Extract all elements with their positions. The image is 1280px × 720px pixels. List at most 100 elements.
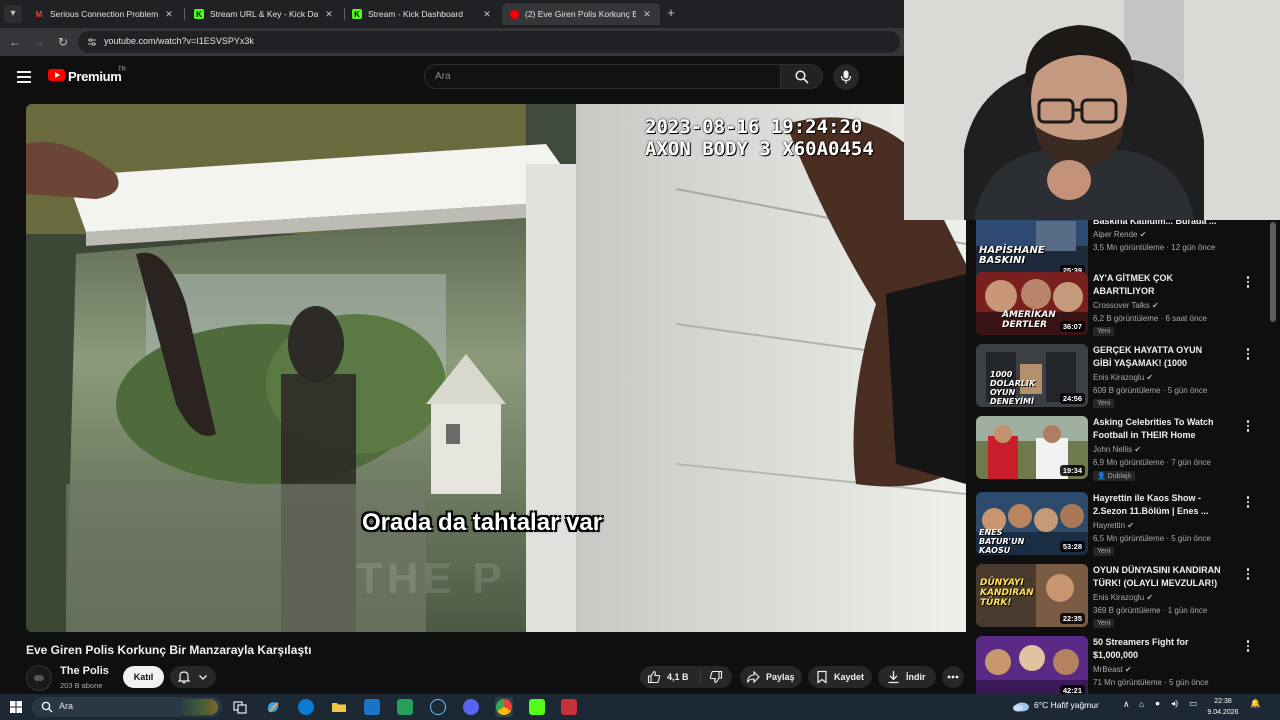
tab-close-icon[interactable]: ✕ [642,9,652,20]
outlook-icon[interactable] [364,699,380,715]
recommendation-title[interactable]: 50 Streamers Fight for $1,000,000 [1093,636,1223,662]
tab-gmail[interactable]: M Serious Connection Problems - ✕ [26,3,182,25]
more-vertical-icon[interactable] [1244,496,1252,510]
edge-icon[interactable] [298,699,314,715]
store-icon[interactable] [397,699,413,715]
tab-youtube-video[interactable]: (2) Eve Giren Polis Korkunç Bir M ✕ [502,3,660,25]
download-button[interactable]: İndir [878,666,936,688]
recommendation-item[interactable]: 1000 DOLARLIK OYUN DENEYİMİ 24:56 GERÇEK… [976,344,1276,412]
channel-name: Crossover Talks [1093,301,1150,310]
channel-name: Alper Rende [1093,230,1138,239]
system-clock[interactable]: 22:38 9.04.2026 [1205,696,1241,718]
youtube-logo-icon[interactable] [48,69,65,81]
chevron-up-icon[interactable]: ∧ [1123,699,1130,710]
recommendation-channel[interactable]: Enis Kirazoglu ✔ [1093,373,1153,382]
tab-close-icon[interactable]: ✕ [164,9,174,20]
more-vertical-icon[interactable] [1244,420,1252,434]
new-tab-icon[interactable]: + [664,5,678,21]
volume-icon[interactable]: ◂) [1171,698,1178,709]
video-thumbnail[interactable]: AMERİKAN DERTLER 36:07 [976,272,1088,335]
channel-avatar[interactable] [26,665,52,691]
menu-icon[interactable] [17,71,31,83]
recommendation-channel[interactable]: Hayrettin ✔ [1093,521,1134,530]
video-thumbnail[interactable]: HAPİSHANE BASKINI 25:39 [976,220,1088,279]
thumbs-down-icon [709,670,723,684]
sidebar-scrollbar[interactable] [1270,222,1276,322]
recommendation-item[interactable]: DÜNYAYI KANDIRAN TÜRK! 22:35 OYUN DÜNYAS… [976,564,1276,632]
video-thumbnail[interactable]: 1000 DOLARLIK OYUN DENEYİMİ 24:56 [976,344,1088,407]
site-settings-icon[interactable] [87,37,97,47]
recommendation-title[interactable]: Baskına Katıldım... Burada ... [1093,220,1223,228]
recommendation-channel[interactable]: John Nellis ✔ [1093,445,1141,454]
tab-kick-dashboard[interactable]: K Stream - Kick Dashboard ✕ [344,3,500,25]
share-button[interactable]: Paylaş [740,666,802,688]
recommendation-item[interactable]: ENES BATUR'UN KAOSU 53:28 Hayrettin ile … [976,492,1276,560]
forward-icon[interactable]: → [31,34,47,50]
more-vertical-icon[interactable] [1244,568,1252,582]
recommendation-channel[interactable]: Enis Kirazoglu ✔ [1093,593,1153,602]
search-button[interactable] [781,64,823,89]
tab-kick-stream-key[interactable]: K Stream URL & Key - Kick Dashb ✕ [186,3,342,25]
kick-app-icon[interactable] [529,699,545,715]
verified-icon: ✔ [1125,665,1132,674]
reload-icon[interactable]: ↻ [55,34,71,50]
discord-icon[interactable] [463,699,479,715]
steam-icon[interactable] [430,699,446,715]
video-thumbnail[interactable]: ENES BATUR'UN KAOSU 53:28 [976,492,1088,555]
recommendation-channel[interactable]: Alper Rende ✔ [1093,230,1146,239]
tab-search-dropdown-icon[interactable]: ▾ [4,5,22,23]
address-bar[interactable]: youtube.com/watch?v=I1ESVSPYx3k [78,31,900,53]
recommendation-item[interactable]: 19:34 Asking Celebrities To Watch Footba… [976,416,1276,484]
country-code: TR [118,67,126,73]
share-icon [746,670,760,684]
copilot-icon[interactable] [265,699,281,715]
search-icon [795,70,809,84]
verified-icon: ✔ [1127,521,1134,530]
more-vertical-icon[interactable] [1244,276,1252,290]
recommendation-title[interactable]: GERÇEK HAYATTA OYUN GİBİ YAŞAMAK! (1000 … [1093,344,1223,370]
recommendation-title[interactable]: AY'A GİTMEK ÇOK ABARTILIYOR [1093,272,1223,298]
recommendation-channel[interactable]: MrBeast ✔ [1093,665,1132,674]
recommendation-item[interactable]: 42:21 50 Streamers Fight for $1,000,000 … [976,636,1276,694]
voice-search-button[interactable] [833,64,859,90]
file-explorer-icon[interactable] [331,699,347,715]
more-vertical-icon[interactable] [1244,640,1252,654]
kick-icon: K [194,9,204,19]
windows-start-icon[interactable] [8,699,24,715]
dislike-button[interactable] [701,666,731,688]
recording-app-icon[interactable] [561,699,577,715]
search-input[interactable]: Ara [424,64,781,89]
network-icon[interactable]: ⌂ [1139,699,1144,709]
task-view-icon[interactable] [232,699,248,715]
recommendation-item[interactable]: AMERİKAN DERTLER 36:07 AY'A GİTMEK ÇOK A… [976,272,1276,340]
video-thumbnail[interactable]: DÜNYAYI KANDIRAN TÜRK! 22:35 [976,564,1088,627]
recommendation-title[interactable]: OYUN DÜNYASINI KANDIRAN TÜRK! (OLAYLI ME… [1093,564,1223,590]
recommendation-title[interactable]: Hayrettin ile Kaos Show - 2.Sezon 11.Böl… [1093,492,1223,518]
youtube-premium-logo[interactable]: Premium [68,69,122,84]
chrome-icon[interactable] [496,699,512,715]
subscription-notifications-button[interactable] [170,666,216,688]
recommendation-title[interactable]: Asking Celebrities To Watch Football in … [1093,416,1223,442]
join-button[interactable]: Katıl [123,666,164,688]
microphone-tray-icon[interactable]: ● [1155,698,1160,708]
recommendation-channel[interactable]: Crossover Talks ✔ [1093,301,1159,310]
more-actions-button[interactable] [942,666,964,688]
back-icon[interactable]: ← [7,34,23,50]
like-button[interactable]: 4,1 B [640,666,700,688]
video-player[interactable]: 2023-08-16 19:24:20 AXON BODY 3 X60A0454… [26,104,966,632]
battery-icon[interactable]: ▭ [1189,698,1197,709]
video-frame [26,104,966,632]
recommendation-meta: 369 B görüntüleme · 1 gün önce [1093,606,1208,615]
taskbar-search-input[interactable]: Ara [32,697,222,717]
channel-name[interactable]: The Polis [60,665,109,677]
windows-taskbar: Ara 6°C Hafif yağmur ∧ ⌂ ● ◂) ▭ 22:38 9.… [0,694,1280,720]
save-button[interactable]: Kaydet [808,666,872,688]
weather-text[interactable]: 6°C Hafif yağmur [1034,700,1099,710]
video-thumbnail[interactable]: 19:34 [976,416,1088,479]
recommendation-meta: 609 B görüntüleme · 5 gün önce [1093,386,1208,395]
tab-close-icon[interactable]: ✕ [324,9,334,20]
video-thumbnail[interactable]: 42:21 [976,636,1088,694]
tab-close-icon[interactable]: ✕ [482,9,492,20]
notification-icon[interactable]: 🔔 [1250,698,1261,709]
more-vertical-icon[interactable] [1244,348,1252,362]
